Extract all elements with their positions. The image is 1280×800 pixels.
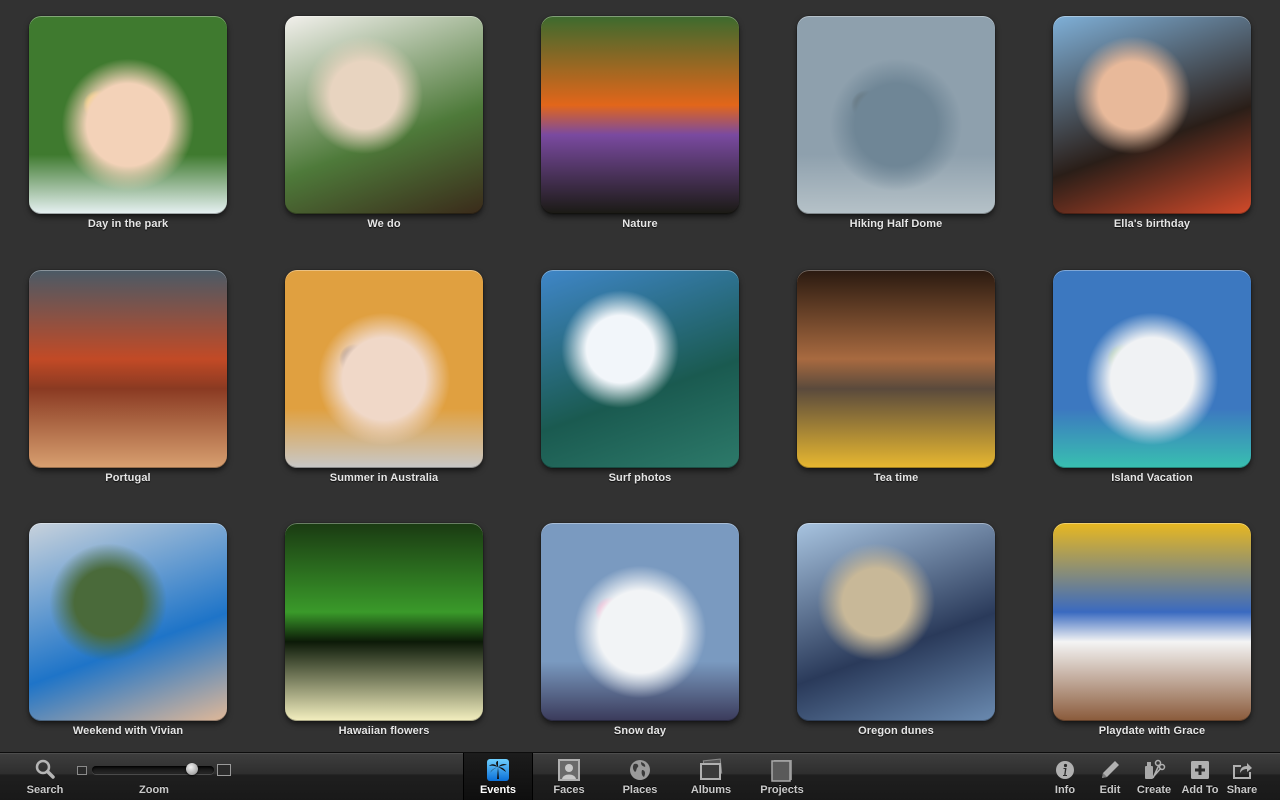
bottom-toolbar: Search Zoom Events Faces Places Albums P…	[0, 752, 1280, 800]
event-title[interactable]: Ella's birthday	[1023, 218, 1280, 230]
portrait-icon	[557, 758, 581, 782]
event-thumbnail[interactable]	[29, 16, 227, 214]
event-title[interactable]: Summer in Australia	[255, 472, 513, 484]
edit-button[interactable]: Edit	[1088, 753, 1132, 800]
action-label: Share	[1226, 784, 1258, 796]
zoom-small-icon	[77, 766, 87, 775]
search-label: Search	[26, 784, 64, 796]
event-title[interactable]: Playdate with Grace	[1023, 725, 1280, 737]
event-thumbnail[interactable]	[541, 16, 739, 214]
event-tile[interactable]: Hiking Half Dome	[797, 16, 997, 246]
event-thumbnail[interactable]	[541, 270, 739, 468]
tab-albums[interactable]: Albums	[676, 753, 746, 800]
plus-box-icon	[1188, 758, 1212, 782]
events-grid: Day in the park We do Nature Hiking Half…	[0, 0, 1280, 752]
action-label: Edit	[1099, 784, 1121, 796]
event-thumbnail[interactable]	[1053, 16, 1251, 214]
event-title[interactable]: Snow day	[511, 725, 769, 737]
globe-icon	[628, 758, 652, 782]
event-thumbnail[interactable]	[541, 523, 739, 721]
action-label: Create	[1136, 784, 1172, 796]
event-tile[interactable]: Snow day	[541, 523, 741, 753]
palm-tree-icon	[486, 758, 510, 782]
tab-label: Events	[479, 784, 517, 796]
event-title[interactable]: Day in the park	[0, 218, 257, 230]
book-icon	[770, 758, 794, 782]
event-tile[interactable]: Ella's birthday	[1053, 16, 1253, 246]
search-icon	[33, 758, 57, 782]
zoom-label-area: Zoom	[124, 753, 184, 800]
event-tile[interactable]: Island Vacation	[1053, 270, 1253, 500]
event-tile[interactable]: Surf photos	[541, 270, 741, 500]
tab-label: Places	[622, 784, 658, 796]
event-tile[interactable]: Nature	[541, 16, 741, 246]
tab-faces[interactable]: Faces	[534, 753, 604, 800]
event-thumbnail[interactable]	[1053, 270, 1251, 468]
share-button[interactable]: Share	[1220, 753, 1264, 800]
event-tile[interactable]: Portugal	[29, 270, 229, 500]
event-title[interactable]: Nature	[511, 218, 769, 230]
event-title[interactable]: We do	[255, 218, 513, 230]
search-button[interactable]: Search	[18, 753, 72, 800]
action-label: Info	[1054, 784, 1076, 796]
tab-events[interactable]: Events	[463, 753, 533, 800]
event-title[interactable]: Portugal	[0, 472, 257, 484]
event-tile[interactable]: Hawaiian flowers	[285, 523, 485, 753]
tab-label: Projects	[760, 784, 804, 796]
event-thumbnail[interactable]	[285, 523, 483, 721]
event-thumbnail[interactable]	[797, 16, 995, 214]
info-icon	[1053, 758, 1077, 782]
event-tile[interactable]: Oregon dunes	[797, 523, 997, 753]
zoom-label: Zoom	[139, 784, 169, 796]
event-thumbnail[interactable]	[797, 523, 995, 721]
action-label: Add To	[1181, 784, 1219, 796]
event-title[interactable]: Weekend with Vivian	[0, 725, 257, 737]
zoom-knob[interactable]	[186, 763, 199, 775]
zoom-large-icon	[217, 764, 231, 776]
event-title[interactable]: Tea time	[767, 472, 1025, 484]
event-tile[interactable]: Weekend with Vivian	[29, 523, 229, 753]
pencil-icon	[1098, 758, 1122, 782]
tab-label: Faces	[553, 784, 585, 796]
event-thumbnail[interactable]	[285, 16, 483, 214]
event-thumbnail[interactable]	[29, 523, 227, 721]
share-arrow-icon	[1230, 758, 1254, 782]
event-tile[interactable]: Day in the park	[29, 16, 229, 246]
event-title[interactable]: Oregon dunes	[767, 725, 1025, 737]
event-tile[interactable]: We do	[285, 16, 485, 246]
info-button[interactable]: Info	[1043, 753, 1087, 800]
event-thumbnail[interactable]	[29, 270, 227, 468]
event-thumbnail[interactable]	[285, 270, 483, 468]
event-title[interactable]: Surf photos	[511, 472, 769, 484]
event-title[interactable]: Island Vacation	[1023, 472, 1280, 484]
tab-projects[interactable]: Projects	[747, 753, 817, 800]
create-button[interactable]: Create	[1130, 753, 1178, 800]
event-tile[interactable]: Summer in Australia	[285, 270, 485, 500]
event-thumbnail[interactable]	[1053, 523, 1251, 721]
event-tile[interactable]: Playdate with Grace	[1053, 523, 1253, 753]
event-thumbnail[interactable]	[797, 270, 995, 468]
scissors-glue-icon	[1142, 758, 1166, 782]
event-title[interactable]: Hiking Half Dome	[767, 218, 1025, 230]
tab-label: Albums	[690, 784, 732, 796]
event-tile[interactable]: Tea time	[797, 270, 997, 500]
event-title[interactable]: Hawaiian flowers	[255, 725, 513, 737]
tab-places[interactable]: Places	[605, 753, 675, 800]
add-to-button[interactable]: Add To	[1176, 753, 1224, 800]
album-icon	[699, 758, 723, 782]
